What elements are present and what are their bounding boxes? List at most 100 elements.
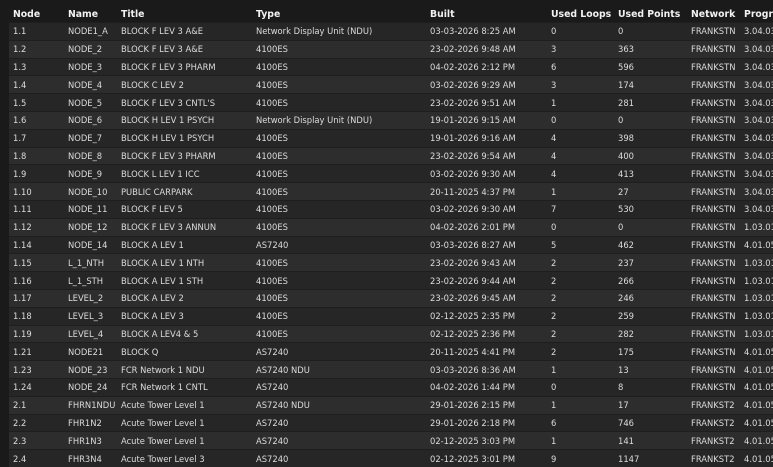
cell-program: 1.03.01 [740, 217, 773, 237]
cell-title: BLOCK H LEV 1 PSYCH [117, 128, 252, 148]
table-row[interactable]: 1.8 NODE_8 BLOCK F LEV 3 PHARM 4100ES 23-02-… [9, 146, 773, 165]
table-row[interactable]: 1.24 NODE_24 FCR Network 1 CNTL AS7240 04-02… [9, 377, 773, 397]
column-header-node[interactable]: Node [9, 6, 64, 23]
cell-built: 23-02-2026 9:43 AM [426, 253, 547, 272]
table-row[interactable]: 1.23 NODE_23 FCR Network 1 NDU AS7240 NDU 03… [9, 360, 773, 379]
cell-node: 1.2 [9, 39, 64, 59]
table-row[interactable]: 1.2 NODE_2 BLOCK F LEV 3 A&E 4100ES 23-02-20… [9, 39, 773, 59]
cell-used-points: 175 [614, 342, 687, 361]
cell-type: AS7240 [252, 413, 426, 432]
cell-used-loops: 2 [547, 253, 614, 272]
cell-name: NODE_11 [64, 199, 117, 219]
cell-title: Acute Tower Level 1 [117, 395, 252, 415]
table-row[interactable]: 1.14 NODE_14 BLOCK A LEV 1 AS7240 03-03-2026… [9, 235, 773, 254]
table-row[interactable]: 1.4 NODE_4 BLOCK C LEV 2 4100ES 03-02-2026 9… [9, 75, 773, 94]
table-row[interactable]: 1.9 NODE_9 BLOCK L LEV 1 ICC 4100ES 03-02-20… [9, 164, 773, 183]
table-row[interactable]: 1.6 NODE_6 BLOCK H LEV 1 PSYCH Network Disp… [9, 110, 773, 130]
cell-program: 3.04.03 [740, 93, 773, 112]
cell-network: FRANKSTN [687, 235, 740, 254]
cell-title: Acute Tower Level 1 [117, 413, 252, 432]
cell-title: BLOCK A LEV 3 [117, 306, 252, 326]
cell-type: AS7240 [252, 377, 426, 397]
table-row[interactable]: 1.18 LEVEL_3 BLOCK A LEV 3 4100ES 02-12-2025… [9, 306, 773, 326]
table-row[interactable]: 1.5 NODE_5 BLOCK F LEV 3 CNTL'S 4100ES 23-02… [9, 93, 773, 112]
cell-title: BLOCK F LEV 3 A&E [117, 39, 252, 59]
table-row[interactable]: 1.11 NODE_11 BLOCK F LEV 5 4100ES 03-02-2026… [9, 199, 773, 219]
table-row[interactable]: 2.3 FHR1N3 Acute Tower Level 1 AS7240 02-12-… [9, 431, 773, 450]
cell-type: AS7240 NDU [252, 360, 426, 379]
column-header-network[interactable]: Network [687, 6, 740, 23]
cell-name: NODE_24 [64, 377, 117, 397]
table-row[interactable]: 2.4 FHR3N4 Acute Tower Level 3 AS7240 02-12-… [9, 449, 773, 467]
cell-used-loops: 1 [547, 431, 614, 450]
cell-built: 23-02-2026 9:54 AM [426, 146, 547, 165]
cell-type: AS7240 [252, 431, 426, 450]
cell-program: 4.01.05 [740, 342, 773, 361]
cell-type: 4100ES [252, 324, 426, 343]
column-header-program[interactable]: Progra [740, 6, 773, 23]
cell-name: FHR1N2 [64, 413, 117, 432]
table-row[interactable]: 1.17 LEVEL_2 BLOCK A LEV 2 4100ES 23-02-2026… [9, 288, 773, 308]
cell-network: FRANKSTN [687, 271, 740, 290]
table-row[interactable]: 1.15 L_1_NTH BLOCK A LEV 1 NTH 4100ES 23-02-… [9, 253, 773, 272]
cell-title: BLOCK Q [117, 342, 252, 361]
cell-built: 19-01-2026 9:16 AM [426, 128, 547, 148]
cell-program: 3.04.03 [740, 128, 773, 148]
table-row[interactable]: 1.21 NODE21 BLOCK Q AS7240 20-11-2025 4:41 P… [9, 342, 773, 361]
cell-built: 03-03-2026 8:25 AM [426, 22, 547, 41]
cell-name: NODE_23 [64, 360, 117, 379]
table-row[interactable]: 2.2 FHR1N2 Acute Tower Level 1 AS7240 29-01-… [9, 413, 773, 432]
cell-name: NODE21 [64, 342, 117, 361]
cell-program: 4.01.05 [740, 395, 773, 415]
cell-type: AS7240 [252, 235, 426, 254]
cell-built: 03-02-2026 9:30 AM [426, 199, 547, 219]
table-row[interactable]: 1.7 NODE_7 BLOCK H LEV 1 PSYCH 4100ES 19-01-… [9, 128, 773, 148]
cell-type: Network Display Unit (NDU) [252, 110, 426, 130]
cell-name: NODE_7 [64, 128, 117, 148]
cell-built: 02-12-2025 3:01 PM [426, 449, 547, 467]
cell-type: 4100ES [252, 164, 426, 183]
cell-used-points: 282 [614, 324, 687, 343]
cell-name: LEVEL_2 [64, 288, 117, 308]
cell-built: 04-02-2026 2:12 PM [426, 57, 547, 76]
table-row[interactable]: 1.16 L_1_STH BLOCK A LEV 1 STH 4100ES 23-02-… [9, 271, 773, 290]
column-header-name[interactable]: Name [64, 6, 117, 23]
table-row[interactable]: 1.19 LEVEL_4 BLOCK A LEV4 & 5 4100ES 02-12-2… [9, 324, 773, 343]
table-row[interactable]: 1.3 NODE_3 BLOCK F LEV 3 PHARM 4100ES 04-02-… [9, 57, 773, 76]
cell-network: FRANKSTN [687, 217, 740, 237]
cell-node: 1.3 [9, 57, 64, 76]
cell-network: FRANKSTN [687, 253, 740, 272]
cell-network: FRANKSTN [687, 306, 740, 326]
cell-node: 2.3 [9, 431, 64, 450]
cell-built: 23-02-2026 9:44 AM [426, 271, 547, 290]
cell-network: FRANKSTN [687, 199, 740, 219]
cell-node: 1.11 [9, 199, 64, 219]
cell-used-loops: 2 [547, 288, 614, 308]
table-row[interactable]: 1.10 NODE_10 PUBLIC CARPARK 4100ES 20-11-202… [9, 182, 773, 201]
table-row[interactable]: 2.1 FHRN1NDU Acute Tower Level 1 AS7240 NDU… [9, 395, 773, 415]
table-row[interactable]: 1.12 NODE_12 BLOCK F LEV 3 ANNUN 4100ES 04-0… [9, 217, 773, 237]
column-header-built[interactable]: Built [426, 6, 547, 23]
cell-built: 19-01-2026 9:15 AM [426, 110, 547, 130]
cell-node: 2.2 [9, 413, 64, 432]
column-header-used-loops[interactable]: Used Loops [547, 6, 614, 23]
cell-name: NODE_14 [64, 235, 117, 254]
column-header-title[interactable]: Title [117, 6, 252, 23]
cell-name: FHR3N4 [64, 449, 117, 467]
cell-node: 1.21 [9, 342, 64, 361]
cell-program: 3.04.03 [740, 22, 773, 41]
cell-used-points: 0 [614, 217, 687, 237]
cell-node: 2.1 [9, 395, 64, 415]
cell-title: BLOCK A LEV 1 NTH [117, 253, 252, 272]
table-row[interactable]: 1.1 NODE1_A BLOCK F LEV 3 A&E Network Displ… [9, 22, 773, 41]
cell-used-points: 0 [614, 110, 687, 130]
cell-used-loops: 7 [547, 199, 614, 219]
cell-node: 1.14 [9, 235, 64, 254]
cell-built: 03-03-2026 8:27 AM [426, 235, 547, 254]
cell-used-points: 400 [614, 146, 687, 165]
column-header-type[interactable]: Type [252, 6, 426, 23]
cell-title: BLOCK F LEV 3 ANNUN [117, 217, 252, 237]
column-header-used-points[interactable]: Used Points [614, 6, 687, 23]
cell-used-points: 174 [614, 75, 687, 94]
cell-built: 20-11-2025 4:41 PM [426, 342, 547, 361]
